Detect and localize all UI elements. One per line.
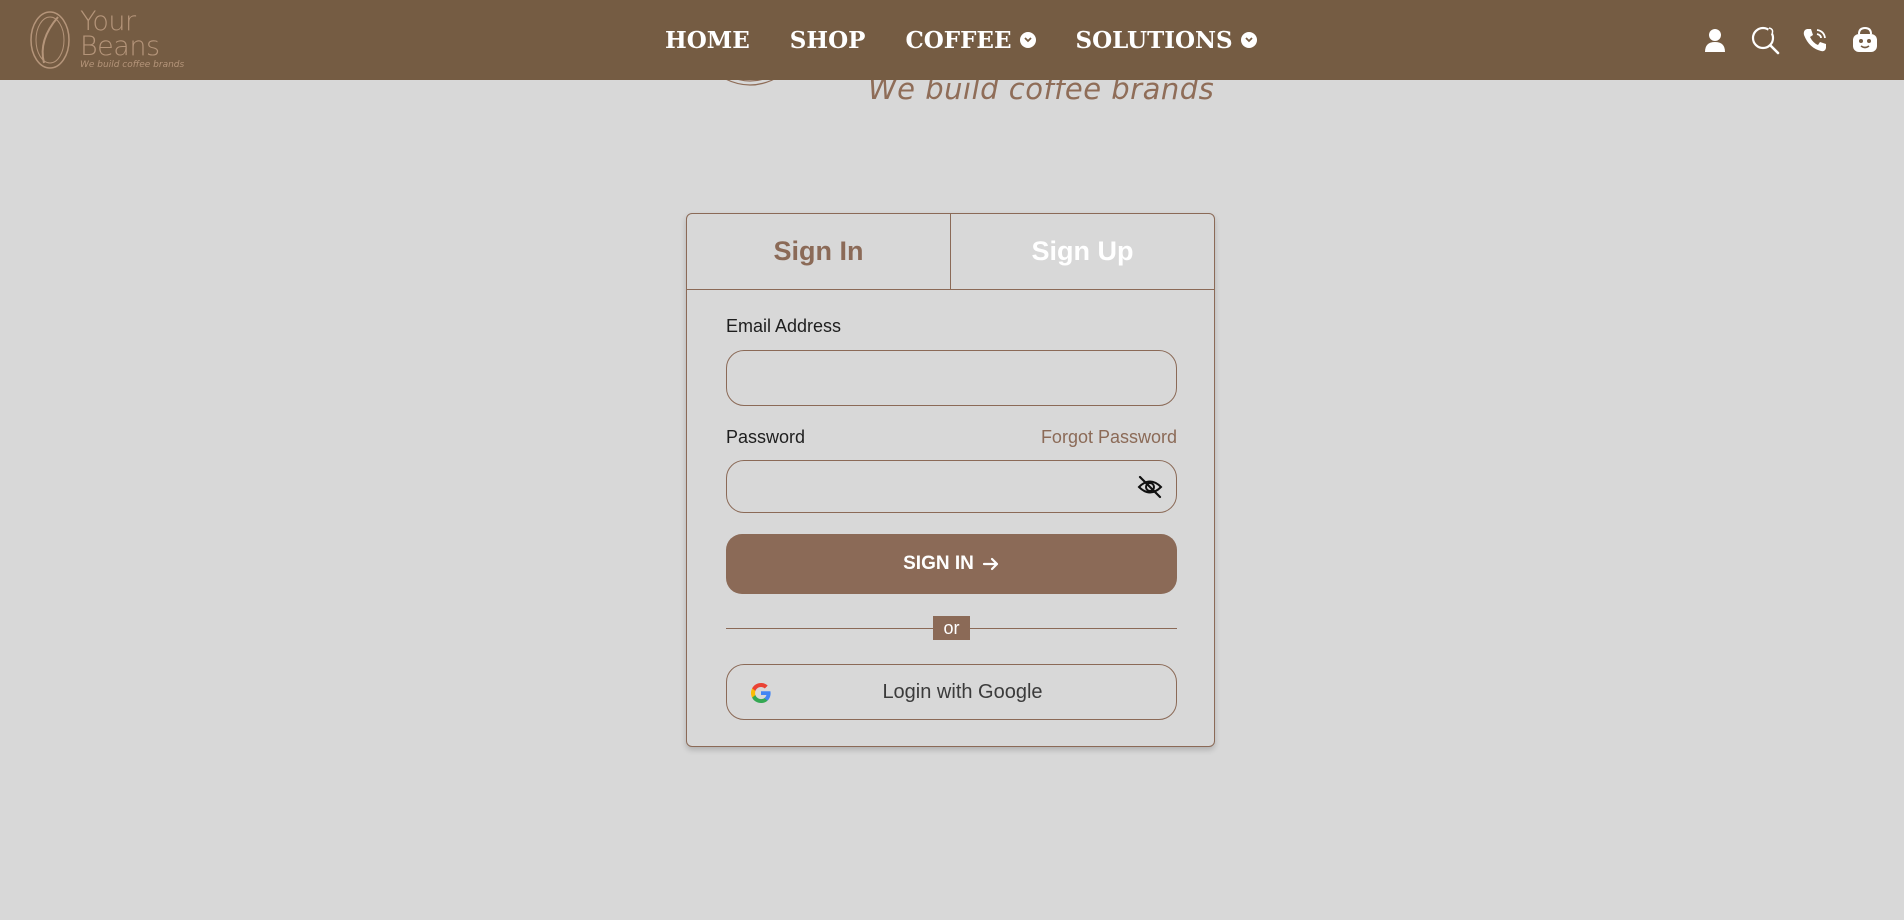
cart-icon[interactable] [1850, 25, 1880, 55]
brand-name-line2: Beans [80, 31, 160, 62]
password-label: Password [726, 427, 806, 447]
phone-icon[interactable] [1800, 25, 1830, 55]
sign-in-button[interactable]: SIGN IN [726, 534, 1177, 594]
top-navbar: Your Beans We build coffee brands HOME S… [0, 0, 1904, 80]
nav-shop-label: SHOP [789, 26, 866, 54]
google-login-label: Login with Google [882, 680, 1043, 703]
email-label: Email Address [726, 316, 842, 336]
nav-home[interactable]: HOME [665, 27, 750, 54]
brand-tagline: We build coffee brands [80, 60, 185, 70]
coffee-bean-logo-icon [30, 11, 70, 69]
or-label: or [933, 616, 970, 640]
nav-coffee[interactable]: COFFEE [905, 26, 1036, 54]
tab-sign-up[interactable]: Sign Up [951, 214, 1214, 289]
nav-home-label: HOME [665, 26, 750, 54]
sign-in-button-label: SIGN IN [903, 553, 974, 574]
auth-tabs: Sign In Sign Up [687, 214, 1214, 290]
tab-sign-in[interactable]: Sign In [687, 214, 951, 289]
nav-solutions-label: SOLUTIONS [1075, 26, 1233, 54]
google-icon [751, 683, 771, 703]
email-field[interactable] [726, 350, 1177, 406]
arrow-right-icon [982, 557, 998, 571]
main-nav: HOME SHOP COFFEE SOLUTIONS [665, 0, 1297, 80]
user-icon[interactable] [1700, 25, 1730, 55]
brand-logo[interactable]: Your Beans We build coffee brands [28, 8, 198, 72]
eye-slash-icon[interactable] [1136, 473, 1164, 501]
chevron-down-icon [1019, 32, 1036, 48]
nav-shop[interactable]: SHOP [790, 27, 866, 54]
brand-wordmark: Your Beans We build coffee brands [80, 8, 185, 71]
nav-solutions[interactable]: SOLUTIONS [1076, 27, 1257, 54]
page: We build coffee brands Your Beans We bui… [0, 0, 1904, 920]
auth-card: Sign In Sign Up Email Address Password F… [686, 213, 1215, 747]
google-login-button[interactable]: Login with Google [726, 664, 1177, 720]
password-field[interactable] [726, 460, 1177, 513]
chevron-down-icon [1240, 32, 1257, 48]
search-icon[interactable] [1750, 25, 1780, 55]
nav-actions [1680, 0, 1880, 80]
forgot-password-link[interactable]: Forgot Password [1041, 427, 1177, 448]
nav-coffee-label: COFFEE [905, 26, 1012, 54]
